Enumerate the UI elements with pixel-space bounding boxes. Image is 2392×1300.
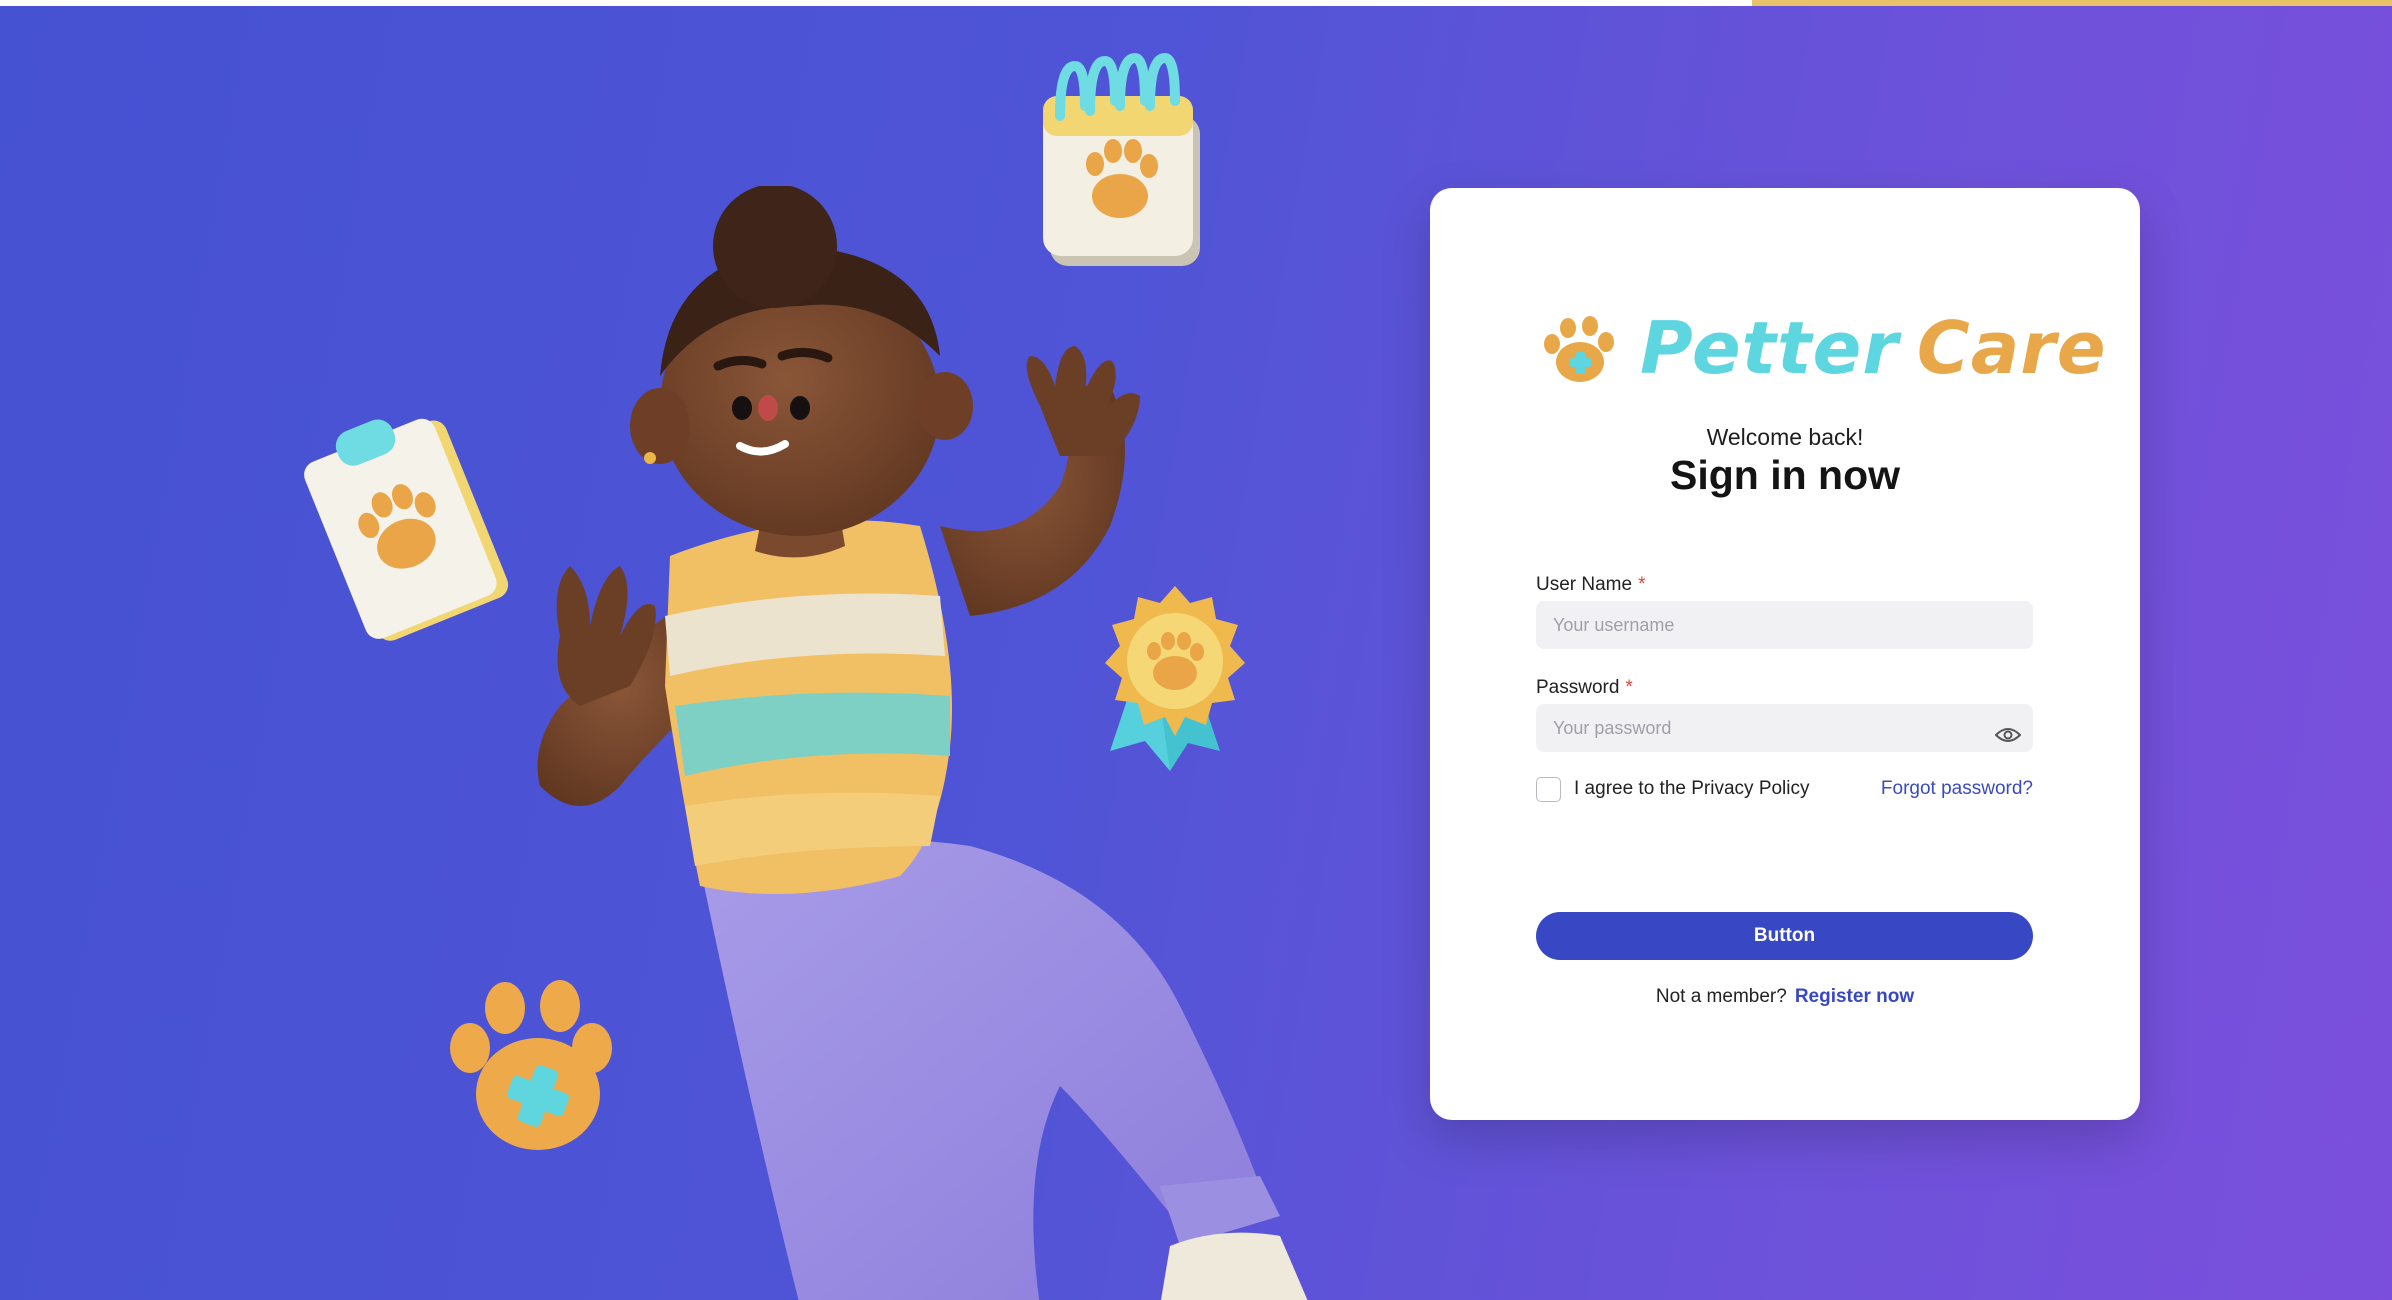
password-label-text: Password (1536, 677, 1620, 698)
paw-cross-icon (450, 980, 612, 1150)
register-row: Not a member? Register now (1430, 986, 2140, 1008)
welcome-text: Welcome back! (1706, 424, 1864, 450)
register-link[interactable]: Register now (1795, 986, 1914, 1007)
brand-name: Petter Care (1640, 308, 2107, 388)
required-mark: * (1638, 574, 1646, 595)
brand-name-pet: Pet (1640, 306, 1778, 390)
award-badge-paw-icon (1105, 586, 1245, 771)
paw-cross-icon (1544, 316, 1614, 382)
password-input[interactable] (1536, 704, 2033, 752)
clipboard-paw-icon (304, 418, 509, 641)
required-mark: * (1625, 677, 1633, 698)
submit-button[interactable]: Button (1536, 912, 2033, 960)
calendar-paw-icon (1043, 52, 1200, 266)
page-title: Sign in now (1669, 452, 1901, 498)
privacy-checkbox[interactable] (1536, 777, 1561, 802)
username-input[interactable] (1536, 601, 2033, 649)
brand-name-ter: ter (1777, 306, 1899, 390)
login-card: Petter Care Welcome back! Sign in now Use… (1430, 188, 2140, 1120)
password-label: Password * (1536, 677, 1633, 699)
eye-icon[interactable] (1995, 726, 2021, 744)
forgot-password-link[interactable]: Forgot password? (1881, 778, 2033, 800)
brand-name-care: Care (1916, 306, 2107, 390)
username-label-text: User Name (1536, 574, 1633, 595)
not-member-text: Not a member? (1655, 986, 1787, 1007)
username-label: User Name * (1536, 574, 1645, 596)
brand-logo: Petter Care (1536, 300, 2106, 400)
privacy-agree-label: I agree to the Privacy Policy (1574, 778, 1810, 799)
